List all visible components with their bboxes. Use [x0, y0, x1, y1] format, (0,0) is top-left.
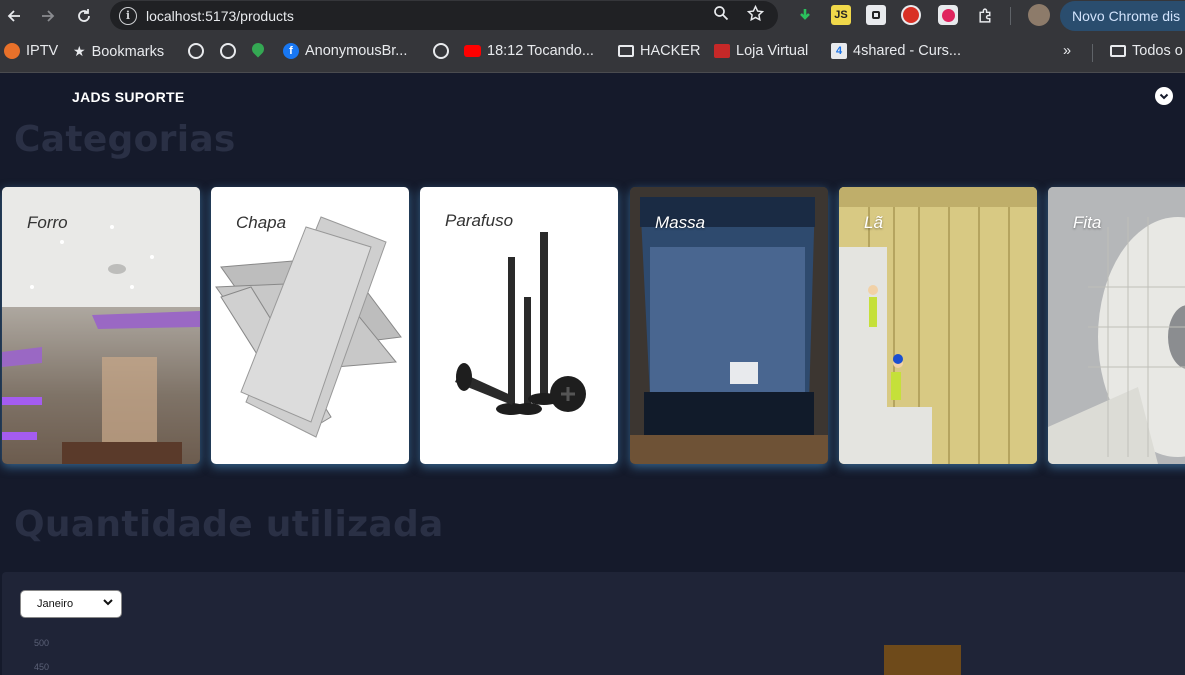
categories-title: Categorias: [14, 119, 236, 160]
iptv-icon: [4, 43, 20, 59]
download-extension-icon[interactable]: [795, 5, 815, 25]
globe-icon: [188, 43, 204, 59]
toolbar-divider: [1010, 7, 1011, 25]
address-url[interactable]: localhost:5173/products: [146, 8, 294, 24]
category-label: Lã: [864, 213, 883, 232]
facebook-icon: f: [283, 43, 299, 59]
fita-image: [1048, 187, 1185, 464]
bookmark-label: Bookmarks: [91, 43, 165, 60]
bookmark-globe-3[interactable]: [433, 43, 449, 59]
category-card-forro[interactable]: Forro: [2, 187, 200, 464]
screenshot-extension-icon[interactable]: [866, 5, 886, 25]
chevron-down-icon[interactable]: [1155, 87, 1173, 105]
category-label: Fita: [1073, 213, 1102, 232]
youtube-icon: [464, 45, 481, 57]
bookmarks-bar: IPTV ★ Bookmarks f AnonymousBr... 18:12 …: [0, 32, 1185, 73]
maps-icon: [249, 40, 267, 58]
browser-toolbar: i localhost:5173/products JS Novo Chrome…: [0, 0, 1185, 32]
bookmark-star-icon[interactable]: [746, 4, 765, 26]
brand-logo[interactable]: JADS SUPORTE: [72, 89, 185, 105]
category-card-la[interactable]: Lã: [839, 187, 1037, 464]
usage-title: Quantidade utilizada: [14, 504, 444, 545]
globe-icon: [220, 43, 236, 59]
bookmark-loja-virtual[interactable]: Loja Virtual: [714, 43, 808, 59]
category-card-massa[interactable]: Massa: [630, 187, 828, 464]
bookmark-label: Loja Virtual: [736, 43, 809, 59]
y-tick-label: 500: [34, 638, 50, 648]
globe-icon: [433, 43, 449, 59]
adblock-extension-icon[interactable]: [901, 5, 921, 25]
bookmark-globe-1[interactable]: [188, 43, 204, 59]
bookmark-4shared[interactable]: 4 4shared - Curs...: [831, 43, 961, 59]
bookmark-label: AnonymousBr...: [305, 43, 408, 59]
month-select-value: Janeiro: [37, 598, 74, 610]
category-label: Massa: [655, 213, 706, 232]
category-label: Chapa: [236, 213, 287, 232]
bookmark-label: Todos o: [1132, 43, 1183, 59]
chart-bar[interactable]: [884, 645, 961, 675]
category-label: Forro: [27, 213, 68, 232]
bookmark-bookmarks[interactable]: ★ Bookmarks: [73, 43, 164, 60]
js-extension-icon[interactable]: JS: [831, 5, 851, 25]
profile-avatar[interactable]: [1028, 4, 1050, 26]
bookmark-label: IPTV: [26, 43, 59, 59]
bookmark-label: 4shared - Curs...: [853, 43, 961, 59]
bookmark-maps[interactable]: [249, 40, 267, 58]
site-info-icon[interactable]: i: [119, 6, 137, 25]
category-card-parafuso[interactable]: Parafuso: [420, 187, 618, 464]
category-label: Parafuso: [445, 211, 514, 230]
zoom-icon[interactable]: [713, 5, 729, 26]
bookmark-label: HACKER: [640, 43, 701, 59]
bookmark-all-folder[interactable]: Todos o: [1110, 43, 1183, 59]
bookmark-iptv[interactable]: IPTV: [4, 43, 58, 59]
blocker-extension-icon[interactable]: [938, 5, 958, 25]
forward-icon[interactable]: [36, 4, 60, 28]
address-bar[interactable]: i localhost:5173/products: [110, 1, 778, 30]
bookmark-label: 18:12 Tocando...: [487, 43, 594, 59]
star-icon: ★: [73, 43, 86, 59]
bookmark-anonymousbr[interactable]: f AnonymousBr...: [283, 43, 407, 59]
y-tick-label: 450: [34, 662, 50, 672]
4shared-icon: 4: [831, 43, 847, 59]
folder-icon: [618, 45, 634, 57]
category-card-fita[interactable]: Fita: [1048, 187, 1185, 464]
category-carousel: Forro Chapa Parafuso Massa Lã Fita: [0, 187, 1185, 465]
chevron-double-right-icon: »: [1063, 43, 1072, 59]
bookmarks-overflow-button[interactable]: »: [1063, 43, 1071, 59]
store-icon: [714, 44, 730, 58]
bookmarks-divider: [1092, 44, 1093, 62]
chevron-down-icon: [103, 595, 113, 610]
bookmark-hacker[interactable]: HACKER: [618, 43, 700, 59]
profile-chip[interactable]: Novo Chrome dis: [1060, 1, 1185, 31]
bookmark-globe-2[interactable]: [220, 43, 236, 59]
folder-icon: [1110, 45, 1126, 57]
reload-icon[interactable]: [72, 4, 96, 28]
month-select[interactable]: Janeiro: [20, 590, 122, 618]
app-page: JADS SUPORTE Categorias Forro Chapa Para…: [0, 73, 1185, 675]
category-card-chapa[interactable]: Chapa: [211, 187, 409, 464]
extensions-puzzle-icon[interactable]: [975, 5, 995, 25]
back-icon[interactable]: [2, 4, 26, 28]
bookmark-youtube[interactable]: 18:12 Tocando...: [464, 43, 594, 59]
usage-chart-panel: Janeiro 500 450: [2, 572, 1185, 675]
